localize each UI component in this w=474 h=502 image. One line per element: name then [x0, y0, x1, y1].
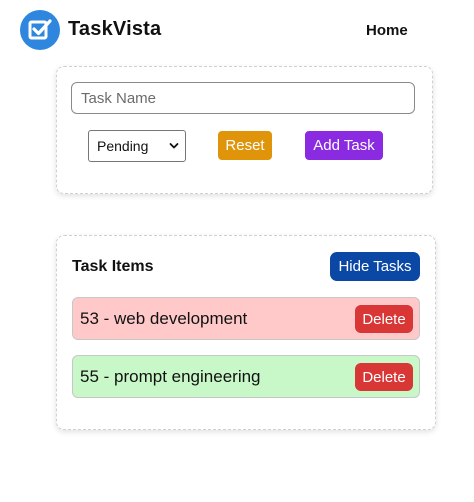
status-select[interactable]: Pending: [88, 130, 186, 162]
task-item-text: 55 - prompt engineering: [80, 367, 261, 386]
task-list-title: Task Items: [72, 258, 154, 275]
app-logo: [20, 10, 60, 50]
add-task-button[interactable]: Add Task: [305, 131, 383, 160]
reset-button[interactable]: Reset: [218, 131, 272, 160]
task-form-card: Pending Reset Add Task: [56, 66, 433, 194]
task-list-card: Task Items Hide Tasks 53 - web developme…: [56, 235, 436, 430]
checkbox-icon: [28, 19, 52, 40]
delete-task-button[interactable]: Delete: [355, 363, 413, 391]
hide-tasks-button[interactable]: Hide Tasks: [330, 252, 420, 281]
status-select-value: Pending: [97, 138, 149, 154]
task-item-text: 53 - web development: [80, 309, 248, 328]
delete-task-button[interactable]: Delete: [355, 305, 413, 333]
task-item: 53 - web development Delete: [72, 297, 420, 340]
task-item: 55 - prompt engineering Delete: [72, 355, 420, 398]
task-name-input[interactable]: [71, 82, 415, 114]
chevron-down-icon: [169, 143, 179, 149]
nav-home-link[interactable]: Home: [366, 22, 408, 39]
app-brand: TaskVista: [68, 18, 162, 40]
